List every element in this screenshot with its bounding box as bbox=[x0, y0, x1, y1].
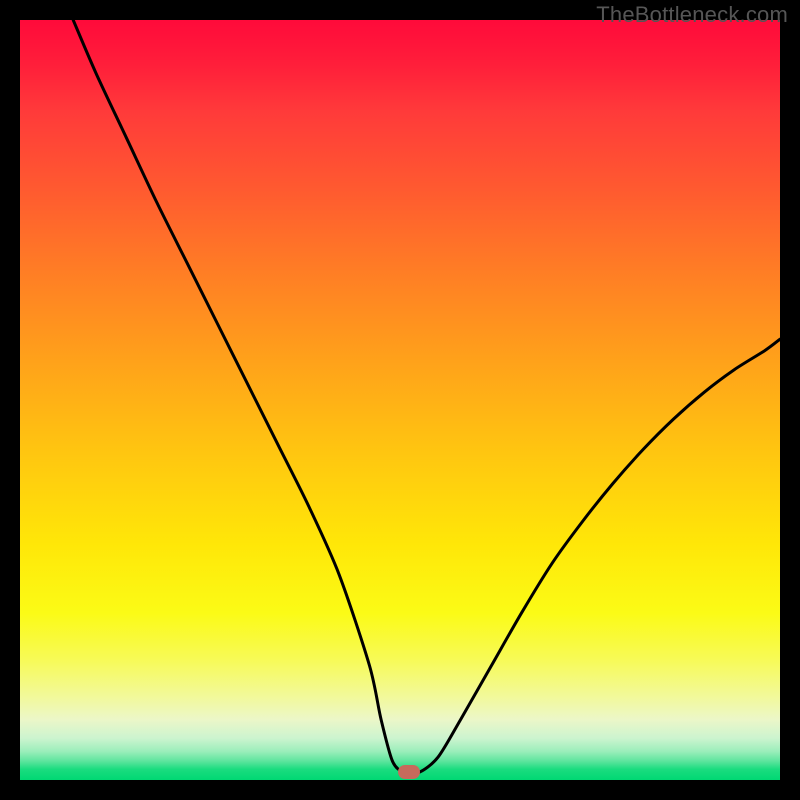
bottleneck-curve-path bbox=[73, 20, 780, 774]
chart-frame: TheBottleneck.com bbox=[0, 0, 800, 800]
optimal-point-marker bbox=[398, 765, 420, 779]
bottleneck-curve bbox=[20, 20, 780, 780]
watermark-text: TheBottleneck.com bbox=[596, 2, 788, 28]
plot-area bbox=[20, 20, 780, 780]
